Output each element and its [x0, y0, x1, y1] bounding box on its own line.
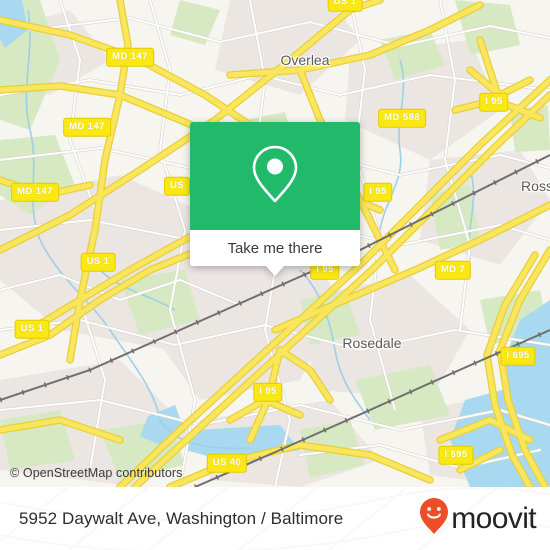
place-label-rosedale: Rosedale — [342, 335, 402, 351]
shield-us-40[interactable]: US 40 — [206, 453, 248, 473]
location-address: 5952 Daywalt Ave, Washington / Baltimore — [19, 508, 344, 528]
shield-i-95[interactable]: I 95 — [479, 92, 509, 112]
shield-i-695[interactable]: I 695 — [438, 445, 474, 465]
shield-us[interactable]: US — [164, 176, 190, 196]
shield-md-588[interactable]: MD 588 — [378, 108, 426, 128]
shield-md-147[interactable]: MD 147 — [63, 117, 111, 137]
moovit-logo[interactable]: moovit — [419, 497, 537, 540]
moovit-pin-smiley-icon — [419, 497, 449, 540]
map-screen: Overlea Rosedale Ross US 1 MD 147 I 95 M… — [0, 0, 550, 550]
popup-pointer-tail — [265, 265, 285, 276]
place-label-overlea: Overlea — [280, 52, 330, 68]
destination-popup[interactable]: Take me there — [190, 122, 360, 276]
shield-md-147[interactable]: MD 147 — [11, 182, 59, 202]
shield-md-7[interactable]: MD 7 — [434, 260, 472, 280]
shield-i-695[interactable]: I 695 — [500, 346, 536, 366]
popup-action-bar[interactable]: Take me there — [190, 230, 360, 276]
osm-attribution[interactable]: © OpenStreetMap contributors — [10, 466, 183, 480]
shield-i-95[interactable]: I 95 — [253, 382, 283, 402]
moovit-wordmark: moovit — [451, 501, 536, 535]
popup-icon-area — [190, 122, 360, 230]
map-pin-icon — [249, 142, 301, 211]
take-me-there-label: Take me there — [227, 239, 323, 257]
shield-us-1[interactable]: US 1 — [80, 252, 116, 272]
place-label-ross: Ross — [521, 178, 550, 194]
shield-us-1[interactable]: US 1 — [327, 0, 363, 12]
shield-us-1[interactable]: US 1 — [14, 319, 50, 339]
footer-bar: 5952 Daywalt Ave, Washington / Baltimore… — [0, 487, 550, 550]
shield-i-95[interactable]: I 95 — [363, 182, 393, 202]
shield-md-147[interactable]: MD 147 — [106, 47, 154, 67]
